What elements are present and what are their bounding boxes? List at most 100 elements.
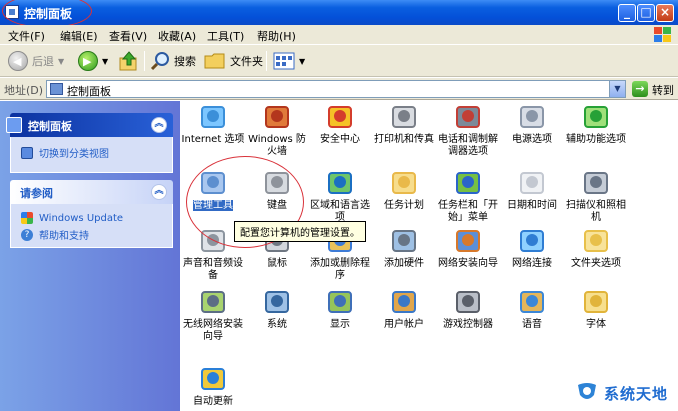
automatic-updates-icon [198, 363, 228, 393]
title-bar[interactable]: 控制面板 _ □ × [0, 0, 678, 28]
network-setup-icon [453, 225, 483, 255]
item-label: 电话和调制解调器选项 [438, 134, 498, 157]
control-panel-item[interactable]: 文件夹选项 [564, 225, 628, 270]
item-label: 语音 [522, 319, 542, 330]
control-panel-item[interactable]: 任务栏和「开始」菜单 [436, 167, 500, 224]
up-folder-button[interactable] [118, 49, 140, 73]
go-arrow-icon[interactable]: → [632, 81, 648, 97]
control-panel-item[interactable]: 字体 [564, 286, 628, 331]
menu-edit[interactable]: 编辑(E) [60, 28, 98, 44]
display-icon [325, 286, 355, 316]
control-panel-item[interactable]: Windows 防火墙 [245, 101, 309, 158]
phone-modem-icon [453, 101, 483, 131]
region-language-icon [325, 167, 355, 197]
control-panel-item[interactable]: 安全中心 [308, 101, 372, 146]
item-label: 网络安装向导 [438, 258, 498, 269]
item-label: 系统 [267, 319, 287, 330]
toolbar: ◀ 后退 ▼ ▶ ▼ 搜索 文件夹 ▼ [0, 45, 678, 77]
help-support-link[interactable]: ? 帮助和支持 [21, 227, 162, 242]
game-controllers-icon [453, 286, 483, 316]
control-panel-item[interactable]: 电话和调制解调器选项 [436, 101, 500, 158]
address-input[interactable]: 控制面板 ▼ [46, 80, 626, 98]
folder-options-icon [581, 225, 611, 255]
menu-tools[interactable]: 工具(T) [207, 28, 244, 44]
windows-update-link[interactable]: Windows Update [21, 212, 162, 224]
minimize-button[interactable]: _ [618, 4, 636, 22]
control-panel-item[interactable]: Internet 选项 [181, 101, 245, 146]
windows-logo-icon [654, 27, 672, 43]
control-panel-item[interactable]: 系统 [245, 286, 309, 331]
item-label: 任务计划 [384, 200, 424, 211]
control-panel-item[interactable]: 添加硬件 [372, 225, 436, 270]
firewall-icon [262, 101, 292, 131]
accessibility-icon [581, 101, 611, 131]
control-panel-item[interactable]: 辅助功能选项 [564, 101, 628, 146]
collapse-chevron-icon[interactable]: ︽ [151, 184, 167, 200]
back-dropdown-icon[interactable]: ▼ [58, 57, 64, 66]
collapse-chevron-icon[interactable]: ︽ [151, 117, 167, 133]
control-panel-item[interactable]: 扫描仪和照相机 [564, 167, 628, 224]
speech-icon [517, 286, 547, 316]
see-also-section-header[interactable]: 请参阅 ︽ [10, 180, 173, 204]
back-arrow-icon: ◀ [8, 51, 28, 71]
item-label: 打印机和传真 [374, 134, 434, 145]
item-label: 日期和时间 [507, 200, 557, 211]
control-panel-item[interactable]: 用户帐户 [372, 286, 436, 331]
item-label: Windows 防火墙 [248, 134, 306, 157]
control-panel-item[interactable]: 自动更新 [181, 363, 245, 408]
item-label: 网络连接 [512, 258, 552, 269]
back-button[interactable]: ◀ 后退 ▼ [8, 49, 64, 73]
item-label: 鼠标 [267, 258, 287, 269]
control-panel-item[interactable]: 游戏控制器 [436, 286, 500, 331]
see-also-section: 请参阅 ︽ Windows Update ? 帮助和支持 [10, 180, 173, 248]
item-label: 游戏控制器 [443, 319, 493, 330]
address-bar: 地址(D) 控制面板 ▼ → 转到 [0, 78, 678, 100]
close-button[interactable]: × [656, 4, 674, 22]
control-panel-small-icon [50, 83, 63, 95]
up-folder-icon [119, 51, 137, 71]
item-label: 任务栏和「开始」菜单 [438, 200, 498, 223]
item-label: 添加或删除程序 [310, 258, 370, 281]
control-panel-items: Internet 选项 Windows 防火墙 安全中心 打印机和传真 电话和调制解调器… [180, 101, 678, 411]
item-label: 声音和音频设备 [183, 258, 243, 281]
scheduled-tasks-icon [389, 167, 419, 197]
item-label: 电源选项 [512, 134, 552, 145]
folders-button[interactable]: 文件夹 [204, 49, 263, 73]
search-button[interactable]: 搜索 [150, 49, 196, 73]
address-label: 地址(D) [4, 84, 44, 97]
control-panel-item[interactable]: 任务计划 [372, 167, 436, 212]
control-panel-item[interactable]: 网络连接 [500, 225, 564, 270]
control-panel-section-header[interactable]: 控制面板 ︽ [6, 113, 173, 137]
views-button[interactable]: ▼ [273, 49, 305, 73]
address-dropdown-icon[interactable]: ▼ [609, 81, 625, 97]
task-pane: 控制面板 ︽ 切换到分类视图 请参阅 ︽ Windows Update ? 帮助… [0, 101, 180, 411]
control-panel-item[interactable]: 无线网络安装向导 [181, 286, 245, 343]
go-button[interactable]: 转到 [652, 82, 674, 98]
switch-category-view-link[interactable]: 切换到分类视图 [21, 145, 162, 160]
item-label: 显示 [330, 319, 350, 330]
control-panel-item[interactable]: 语音 [500, 286, 564, 331]
control-panel-icon [6, 117, 22, 133]
forward-dropdown-icon[interactable]: ▼ [102, 57, 108, 66]
annotation-circle-title [2, 0, 92, 28]
control-panel-item[interactable]: 网络安装向导 [436, 225, 500, 270]
menu-favorites[interactable]: 收藏(A) [158, 28, 196, 44]
maximize-button[interactable]: □ [637, 4, 655, 22]
control-panel-item[interactable]: 电源选项 [500, 101, 564, 146]
see-also-section-body: Windows Update ? 帮助和支持 [10, 204, 173, 248]
taskbar-start-icon [453, 167, 483, 197]
item-label: 自动更新 [193, 396, 233, 407]
date-time-icon [517, 167, 547, 197]
control-panel-item[interactable]: 显示 [308, 286, 372, 331]
help-icon: ? [21, 228, 33, 241]
watermark-icon [578, 383, 596, 399]
control-panel-item[interactable]: 日期和时间 [500, 167, 564, 212]
control-panel-item[interactable]: 区域和语言选项 [308, 167, 372, 224]
menu-help[interactable]: 帮助(H) [257, 28, 296, 44]
forward-button[interactable]: ▶ ▼ [78, 49, 108, 73]
menu-view[interactable]: 查看(V) [109, 28, 147, 44]
item-label: 安全中心 [320, 134, 360, 145]
power-options-icon [517, 101, 547, 131]
control-panel-item[interactable]: 打印机和传真 [372, 101, 436, 146]
menu-file[interactable]: 文件(F) [8, 28, 45, 44]
